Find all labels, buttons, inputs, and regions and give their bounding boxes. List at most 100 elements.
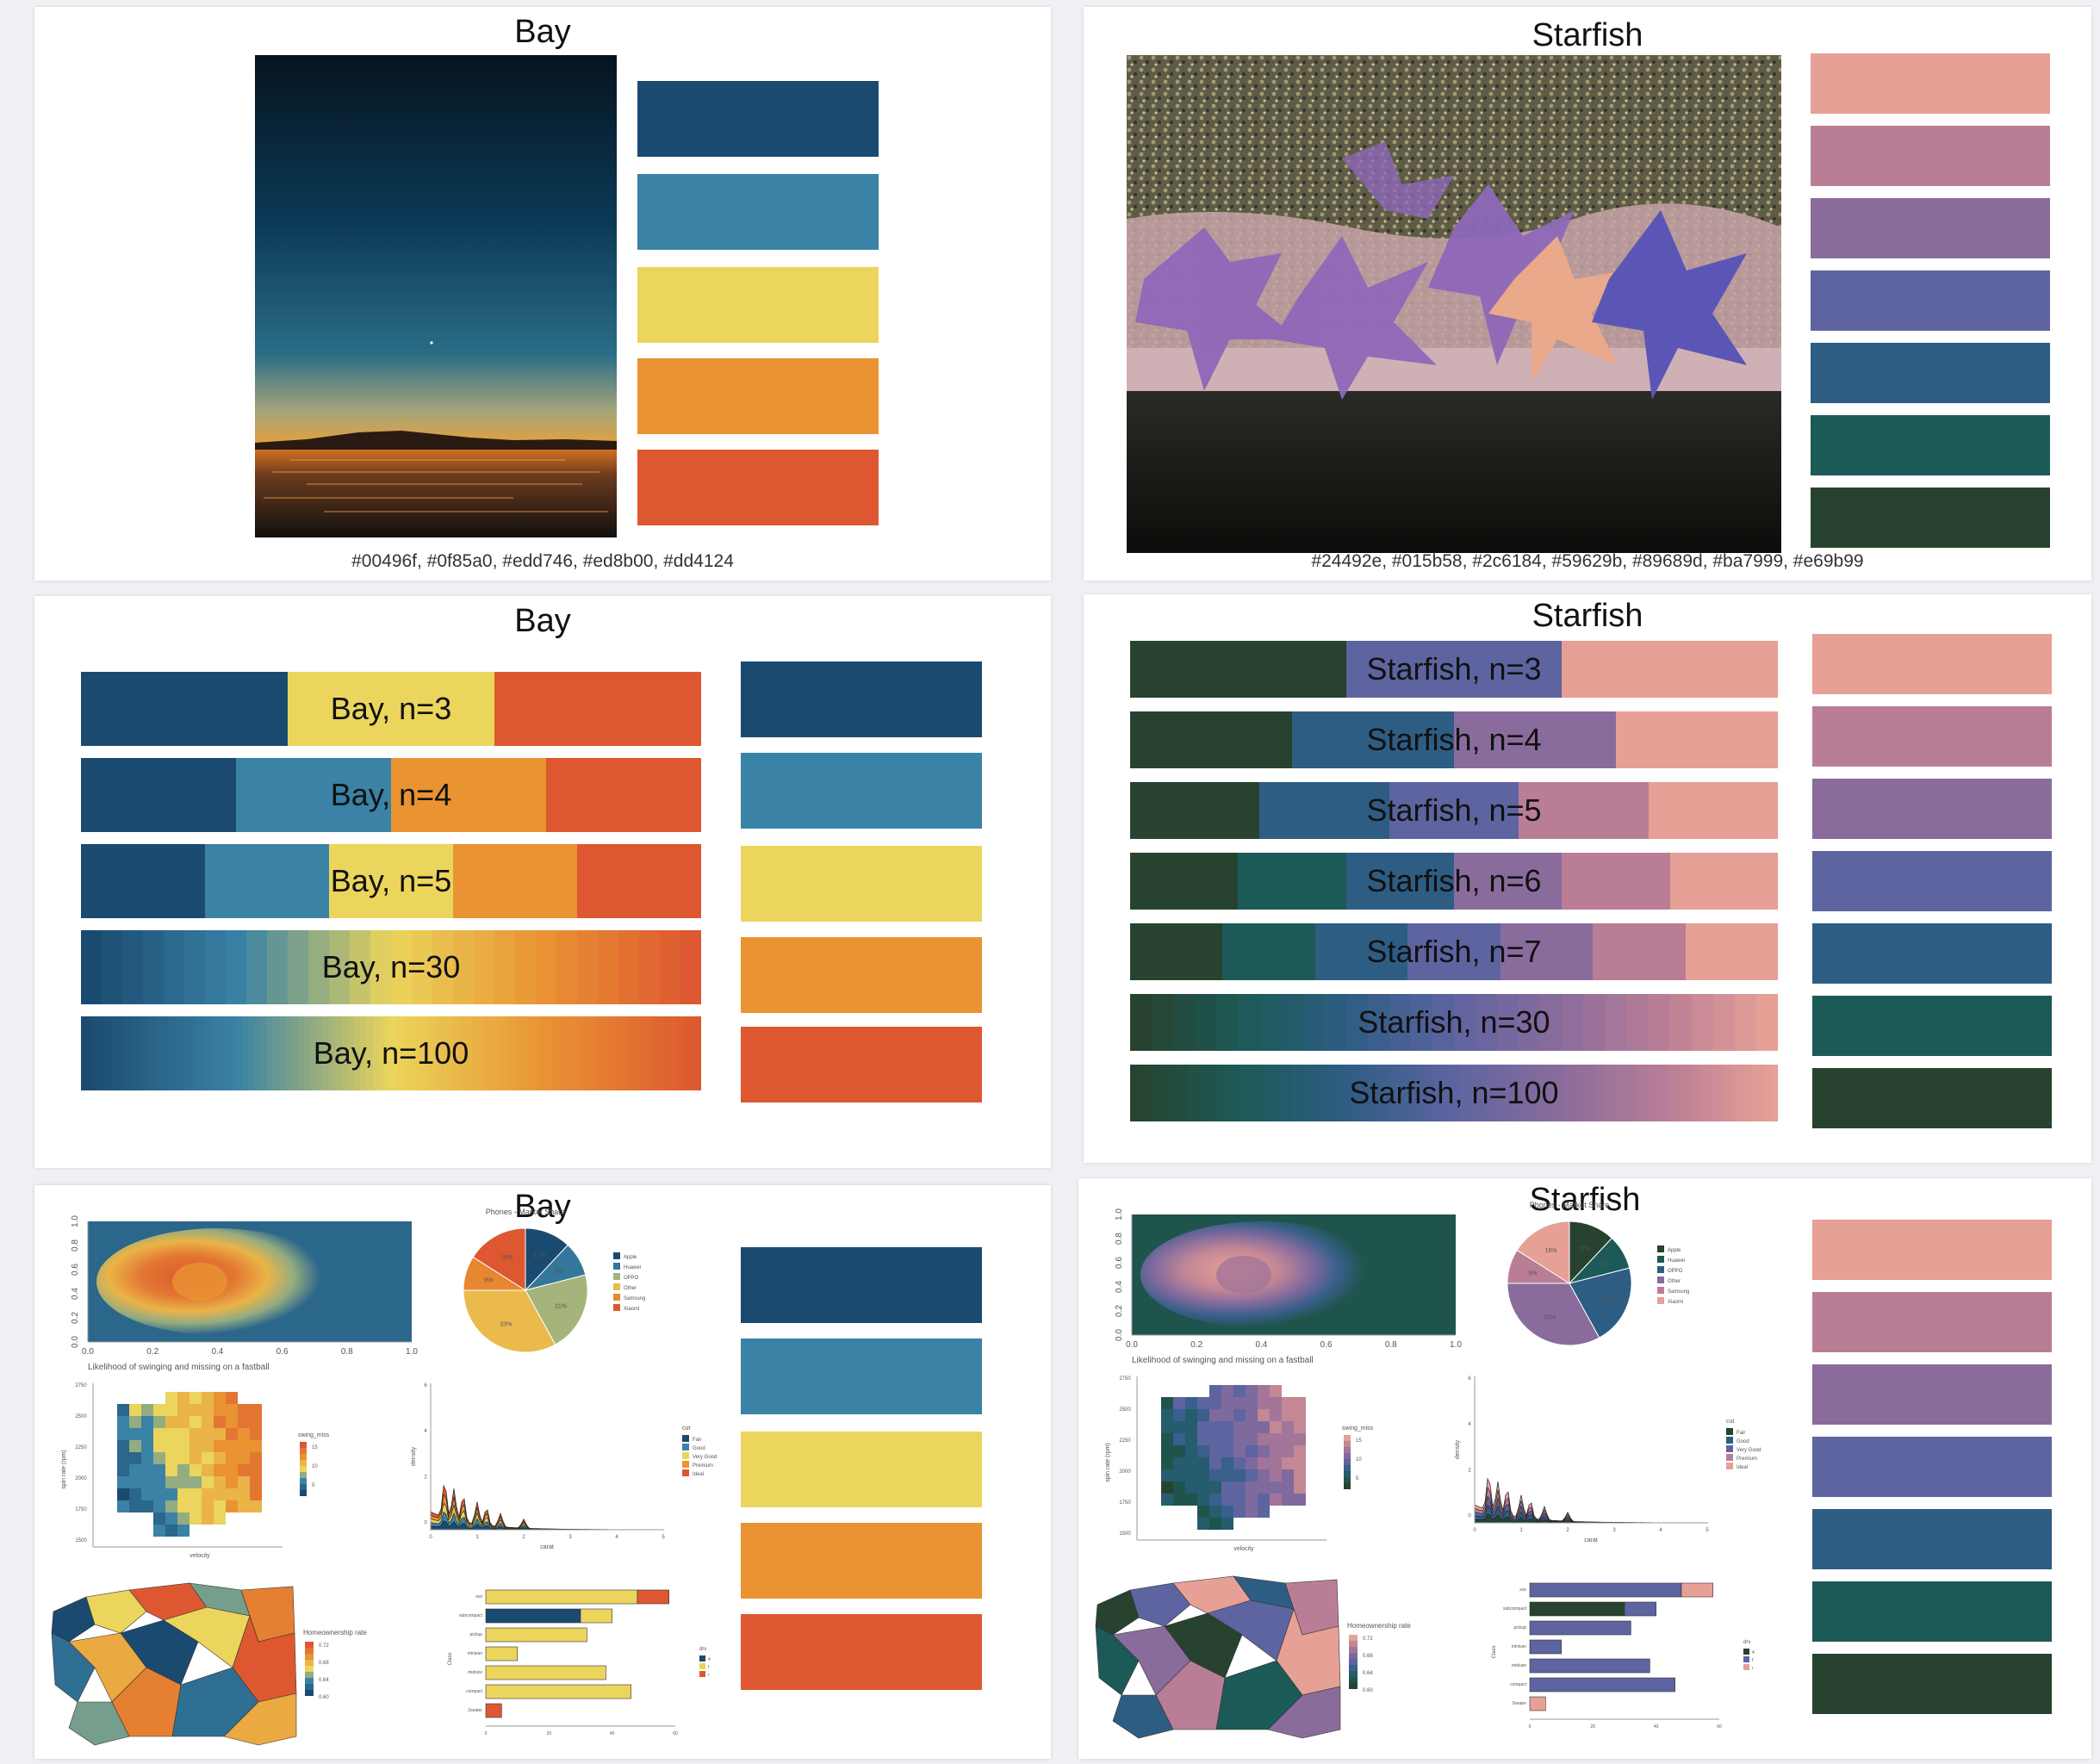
legend-gradient-step <box>1344 1441 1351 1447</box>
legend-label: Samsung <box>624 1296 645 1301</box>
tile-cell <box>1233 1421 1246 1433</box>
tile-cell <box>214 1440 226 1452</box>
bar-segment <box>620 1016 627 1090</box>
legend-gradient-step <box>305 1684 314 1690</box>
legend-gradient-step <box>305 1654 314 1660</box>
bar-segment <box>478 1016 485 1090</box>
bar-segment <box>1130 782 1260 839</box>
tile-cell <box>1173 1457 1185 1469</box>
legend-key <box>1726 1437 1733 1444</box>
tile-cell <box>153 1440 165 1452</box>
x-tick-label: 0 <box>429 1535 432 1540</box>
tile-cell <box>202 1404 214 1416</box>
bar-segment <box>260 1016 268 1090</box>
tile-cell <box>226 1440 238 1452</box>
tile-cell <box>1209 1518 1221 1530</box>
x-tick-label: 1.0 <box>406 1347 418 1357</box>
tile-cell <box>250 1452 262 1464</box>
swatch <box>1812 1509 2052 1569</box>
y-tick-label: 2750 <box>1119 1376 1131 1382</box>
tile-cell <box>177 1525 189 1537</box>
legend-gradient-step <box>305 1672 314 1678</box>
legend-label: r <box>708 1673 710 1678</box>
tile-cell <box>177 1488 189 1500</box>
legend-key <box>682 1461 689 1468</box>
bar-segment <box>1259 994 1282 1051</box>
tile-cell <box>189 1404 202 1416</box>
bar-segment <box>1712 1065 1719 1121</box>
tile-cell <box>1270 1409 1282 1421</box>
tile-cell <box>1221 1385 1233 1397</box>
legend-key <box>1657 1245 1664 1252</box>
bar-segment <box>1602 1065 1610 1121</box>
bar-segment <box>494 672 701 746</box>
swatch <box>1812 1364 2052 1425</box>
starfish-gradients-panel: Starfish Starfish, n=3 Starfish, n=4 Sta… <box>1084 594 2091 1163</box>
tile-cell <box>189 1392 202 1404</box>
tile-cell <box>202 1416 214 1428</box>
palette-bar <box>1130 782 1778 839</box>
legend-label: Huawei <box>1668 1258 1685 1264</box>
bar-segment <box>1246 1065 1253 1121</box>
bar-segment <box>1370 1065 1376 1121</box>
tile-cell <box>129 1404 141 1416</box>
swatch <box>741 1523 982 1599</box>
starfish-palette-panel: Starfish #24492e, #015b58, #2c6184, #596… <box>1084 7 2091 581</box>
x-tick-label: 0.2 <box>1190 1340 1202 1350</box>
x-tick-label: 60 <box>673 1731 678 1736</box>
bar-segment <box>1410 994 1432 1051</box>
bar-segment <box>391 758 546 832</box>
pie-slice-label: 21% <box>555 1304 567 1310</box>
tile-cell <box>141 1464 153 1476</box>
tile-cell <box>189 1476 202 1488</box>
y-tick-label: 1500 <box>75 1538 87 1544</box>
tile-cell <box>214 1404 226 1416</box>
y-tick-label: 2 <box>424 1475 427 1480</box>
bar-segment <box>310 1016 317 1090</box>
bar-segment <box>1635 1065 1642 1121</box>
bar-segment <box>161 1016 168 1090</box>
palette-bar <box>1130 641 1778 698</box>
bar-segment <box>1345 994 1368 1051</box>
y-tick-label: 2000 <box>75 1476 87 1481</box>
tile-plot: 2750 2500 2250 2000 1750 1500 spin rate (rpm) v… <box>61 1383 330 1559</box>
tile-cell <box>238 1464 250 1476</box>
bar-segment <box>434 1016 441 1090</box>
legend-key <box>682 1469 689 1476</box>
tile-cell <box>214 1464 226 1476</box>
bar-segment <box>155 1016 162 1090</box>
y-axis-label: Class <box>1492 1645 1497 1658</box>
bar-segment <box>1453 994 1476 1051</box>
bar-segment <box>391 930 412 1004</box>
legend-gradient-step <box>300 1478 307 1484</box>
tile-cell <box>1258 1506 1270 1518</box>
tile-cell <box>1161 1397 1173 1409</box>
x-tick-label: 4 <box>1659 1528 1662 1533</box>
pie-slice-label: 16% <box>1544 1248 1556 1254</box>
tile-cell <box>1161 1433 1173 1445</box>
tile-cell <box>117 1440 129 1452</box>
bar-segment <box>1408 1065 1415 1121</box>
bar-segment <box>1687 1065 1693 1121</box>
legend-label: f <box>1752 1658 1754 1663</box>
starfish-photo <box>1127 55 1781 553</box>
swatch <box>1812 1292 2052 1352</box>
tile-cell <box>1282 1409 1294 1421</box>
tile-cell <box>214 1500 226 1512</box>
legend-title: Homeownership rate <box>303 1629 367 1637</box>
tile-cell <box>129 1464 141 1476</box>
bar-segment <box>1518 1065 1525 1121</box>
tile-cell <box>1197 1469 1209 1481</box>
tile-cell <box>165 1488 177 1500</box>
swatch <box>1812 996 2052 1056</box>
bar-segment <box>1562 994 1584 1051</box>
legend-tick-label: 15 <box>1356 1438 1362 1444</box>
bar-segment <box>1130 923 1223 980</box>
legend-label: 4 <box>1752 1650 1755 1655</box>
legend-gradient-step <box>300 1472 307 1478</box>
pie-slice-label: 16% <box>500 1255 513 1261</box>
tile-cell <box>1209 1433 1221 1445</box>
tile-cell <box>1246 1469 1258 1481</box>
tile-cell <box>250 1500 262 1512</box>
bar-segment <box>1367 994 1389 1051</box>
